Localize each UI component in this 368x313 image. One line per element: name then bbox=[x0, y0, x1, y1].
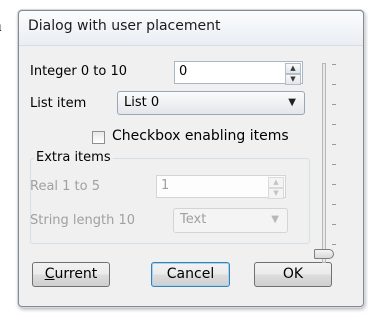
extra-items-group-title: Extra items bbox=[34, 150, 113, 165]
background-text-a: a bbox=[0, 16, 2, 36]
slider-tick bbox=[332, 64, 336, 65]
real-spinner[interactable]: ▲ ▼ bbox=[268, 177, 284, 199]
integer-spinner[interactable]: ▲ ▼ bbox=[285, 63, 301, 85]
slider-tick bbox=[332, 204, 336, 205]
background-text-s: s bbox=[0, 40, 1, 60]
checkbox-label[interactable]: Checkbox enabling items bbox=[112, 128, 289, 144]
spin-up-icon[interactable]: ▲ bbox=[268, 177, 284, 188]
list-selected-value: List 0 bbox=[124, 95, 160, 110]
string-label: String length 10 bbox=[30, 213, 136, 228]
list-label: List item bbox=[30, 96, 87, 111]
slider-tick bbox=[332, 164, 336, 165]
slider-tick bbox=[332, 84, 336, 85]
slider-track[interactable] bbox=[322, 63, 326, 263]
integer-input[interactable]: 0 ▲ ▼ bbox=[174, 61, 303, 85]
cancel-label: Cancel bbox=[166, 266, 215, 282]
current-button[interactable]: Current bbox=[32, 262, 110, 287]
dialog-titlebar[interactable]: Dialog with user placement bbox=[19, 11, 363, 46]
string-value: Text bbox=[180, 212, 207, 227]
slider-tick bbox=[332, 144, 336, 145]
real-value: 1 bbox=[161, 178, 170, 193]
slider-tick bbox=[332, 184, 336, 185]
string-combo[interactable]: Text ▼ bbox=[173, 208, 288, 233]
spin-up-icon[interactable]: ▲ bbox=[285, 63, 301, 74]
real-input[interactable]: 1 ▲ ▼ bbox=[156, 175, 286, 199]
list-select[interactable]: List 0 ▼ bbox=[117, 91, 305, 115]
real-label: Real 1 to 5 bbox=[30, 179, 101, 194]
chevron-down-icon: ▼ bbox=[288, 97, 296, 108]
spin-down-icon[interactable]: ▼ bbox=[268, 188, 284, 199]
cancel-button[interactable]: Cancel bbox=[151, 262, 230, 287]
slider-tick bbox=[332, 124, 336, 125]
dialog-window: Dialog with user placement Integer 0 to … bbox=[18, 10, 364, 307]
chevron-down-icon: ▼ bbox=[271, 214, 279, 225]
slider-tick bbox=[332, 104, 336, 105]
ok-label: OK bbox=[282, 266, 304, 282]
slider-thumb[interactable] bbox=[314, 249, 334, 259]
integer-value: 0 bbox=[179, 64, 188, 79]
enable-items-checkbox[interactable] bbox=[92, 131, 105, 144]
slider-tick bbox=[332, 224, 336, 225]
integer-label: Integer 0 to 10 bbox=[30, 64, 128, 79]
spin-down-icon[interactable]: ▼ bbox=[285, 74, 301, 85]
ok-button[interactable]: OK bbox=[254, 262, 332, 287]
slider-tick bbox=[332, 244, 336, 245]
current-label: urrent bbox=[54, 266, 98, 282]
dialog-title: Dialog with user placement bbox=[28, 18, 221, 34]
